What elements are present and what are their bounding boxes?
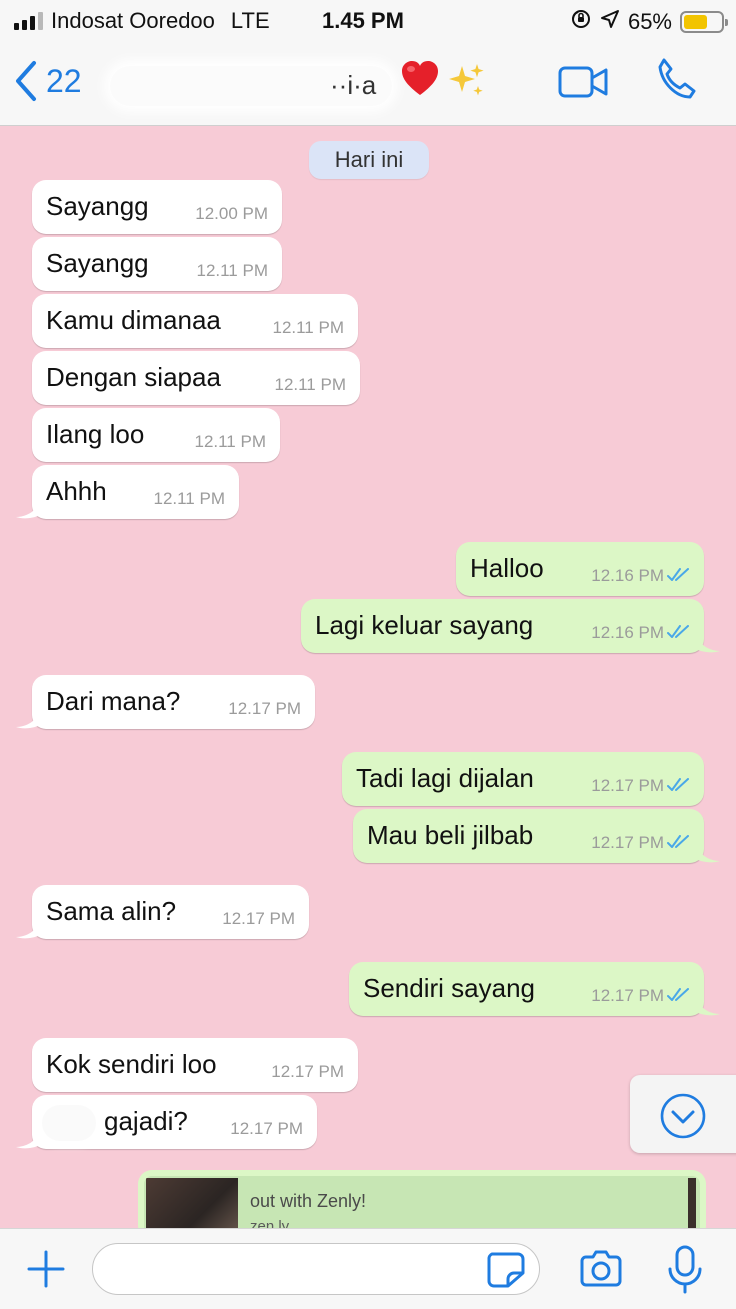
contact-name: ··i·a: [330, 70, 377, 100]
link-description: out with Zenly!: [250, 1191, 367, 1211]
video-call-icon[interactable]: [558, 64, 610, 100]
message-text: Kamu dimanaa: [46, 305, 221, 335]
message-text: Sama alin?: [46, 896, 177, 926]
carrier-group: Indosat Ooredoo LTE: [14, 8, 270, 34]
read-receipt-icon: [667, 988, 689, 1001]
message-time: 12.17 PM: [591, 986, 664, 1005]
message-text: Lagi keluar sayang: [315, 610, 534, 640]
message-time: 12.16 PM: [591, 566, 664, 585]
message-time: 12.00 PM: [195, 204, 268, 223]
message-text: Halloo: [470, 553, 544, 583]
unread-count: 22: [46, 62, 82, 99]
message-time: 12.17 PM: [228, 699, 301, 718]
message-bubble-outgoing[interactable]: Sendiri sayang 12.17 PM: [349, 962, 720, 1016]
message-time: 12.17 PM: [230, 1119, 303, 1138]
message-bubble-incoming[interactable]: Kok sendiri loo 12.17 PM: [32, 1038, 358, 1092]
back-button[interactable]: 22: [14, 60, 82, 102]
bubble-tail: [16, 919, 40, 939]
message-time: 12.11 PM: [153, 489, 225, 508]
status-time: 1.45 PM: [322, 8, 404, 33]
read-receipt-icon: [667, 568, 689, 581]
bubble-tail: [696, 843, 720, 863]
location-icon: [600, 9, 620, 35]
message-text: Kok sendiri loo: [46, 1049, 217, 1079]
read-receipt-icon: [667, 835, 689, 848]
network-type: LTE: [230, 8, 270, 33]
message-bubble-incoming[interactable]: Ilang loo 12.11 PM: [32, 408, 280, 462]
date-chip: Hari ini: [309, 141, 429, 179]
contact-info[interactable]: ··i·a: [110, 62, 410, 110]
phone-call-icon[interactable]: [654, 56, 700, 102]
status-right-group: 65%: [570, 8, 728, 36]
sparkles-icon: [449, 64, 484, 96]
message-bubble-outgoing[interactable]: Mau beli jilbab 12.17 PM: [353, 809, 720, 863]
red-heart-icon: [402, 61, 438, 95]
message-bubble-incoming[interactable]: Dari mana? 12.17 PM: [16, 675, 315, 729]
bubble-tail: [16, 1129, 40, 1149]
message-time: 12.16 PM: [591, 623, 664, 642]
message-time: 12.17 PM: [271, 1062, 344, 1081]
plus-icon[interactable]: [26, 1249, 66, 1289]
message-text: gajadi?: [104, 1106, 188, 1136]
message-text: Ilang loo: [46, 419, 145, 449]
redaction-smudge: [42, 1105, 96, 1141]
battery-percent: 65%: [627, 9, 672, 34]
message-text: Tadi lagi dijalan: [356, 763, 534, 793]
message-bubble-incoming[interactable]: Dengan siapaa 12.11 PM: [32, 351, 360, 405]
bubble-tail: [696, 996, 720, 1016]
message-bubble-incoming[interactable]: Sama alin? 12.17 PM: [16, 885, 309, 939]
message-input-bar: [0, 1228, 736, 1309]
read-receipt-icon: [667, 625, 689, 638]
scroll-to-bottom-button[interactable]: [630, 1075, 736, 1153]
message-bubble-incoming[interactable]: Sayangg 12.00 PM: [32, 180, 282, 234]
battery-icon: [680, 11, 728, 33]
message-input[interactable]: [92, 1243, 540, 1295]
bubble-tail: [16, 709, 40, 729]
message-text: Sayangg: [46, 248, 149, 278]
camera-icon[interactable]: [578, 1249, 624, 1289]
chat-header: 22 ··i·a: [0, 44, 736, 126]
signal-icon: [14, 12, 43, 30]
message-text: Mau beli jilbab: [367, 820, 534, 850]
message-bubble-incoming[interactable]: Sayangg 12.11 PM: [32, 237, 282, 291]
message-time: 12.17 PM: [222, 909, 295, 928]
battery-fill: [684, 15, 708, 29]
microphone-icon[interactable]: [666, 1245, 704, 1295]
message-bubble-incoming[interactable]: Ahhh 12.11 PM: [16, 465, 239, 519]
bubble-tail: [696, 633, 720, 653]
message-time: 12.11 PM: [194, 432, 266, 451]
rotation-lock-icon: [570, 8, 592, 36]
status-bar: Indosat Ooredoo LTE 1.45 PM 65%: [0, 0, 736, 44]
chevron-down-circle-icon: [660, 1093, 706, 1139]
message-text: Sayangg: [46, 191, 149, 221]
carrier-name: Indosat Ooredoo: [51, 8, 215, 33]
message-bubble-outgoing[interactable]: Halloo 12.16 PM: [456, 542, 704, 596]
message-bubble-incoming[interactable]: gajadi? 12.17 PM: [16, 1095, 317, 1149]
message-text: Ahhh: [46, 476, 107, 506]
back-chevron-icon: [16, 61, 36, 101]
message-text: Sendiri sayang: [363, 973, 535, 1003]
sticker-icon[interactable]: [486, 1251, 526, 1289]
bubble-tail: [16, 499, 40, 519]
message-text: Dengan siapaa: [46, 362, 221, 392]
message-time: 12.17 PM: [591, 833, 664, 852]
message-bubble-outgoing[interactable]: Tadi lagi dijalan 12.17 PM: [342, 752, 704, 806]
message-text: Dari mana?: [46, 686, 181, 716]
message-time: 12.11 PM: [196, 261, 268, 280]
message-time: 12.11 PM: [274, 375, 346, 394]
message-time: 12.17 PM: [591, 776, 664, 795]
read-receipt-icon: [667, 778, 689, 791]
message-bubble-incoming[interactable]: Kamu dimanaa 12.11 PM: [32, 294, 358, 348]
message-time: 12.11 PM: [272, 318, 344, 337]
message-bubble-outgoing[interactable]: Lagi keluar sayang 12.16 PM: [301, 599, 720, 653]
